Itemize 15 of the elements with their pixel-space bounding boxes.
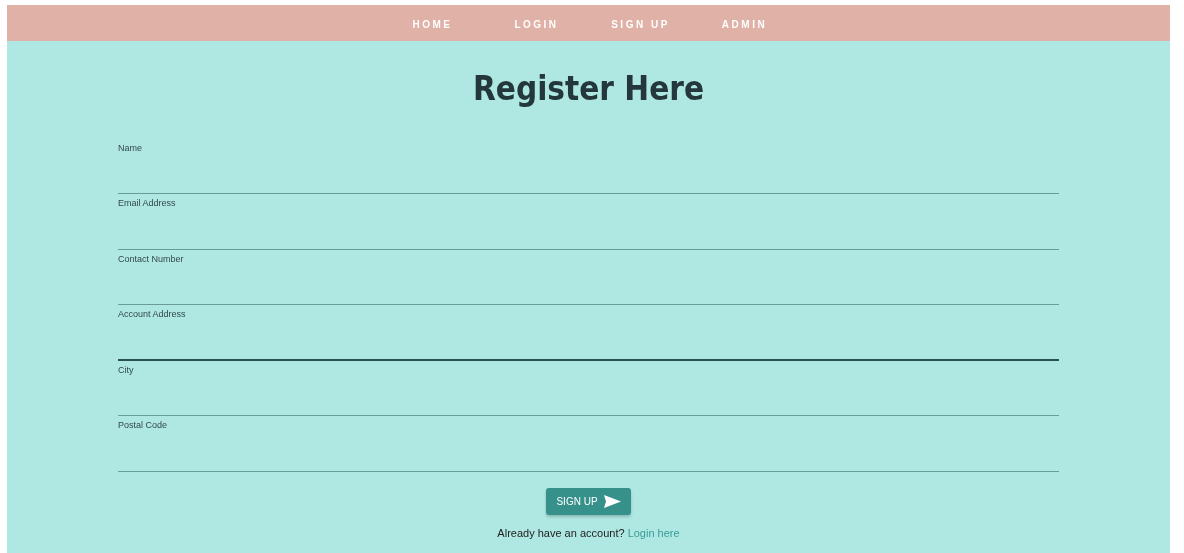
field-label: Postal Code: [118, 419, 169, 433]
field-label: Name: [118, 141, 143, 155]
login-link[interactable]: Login here: [627, 526, 680, 539]
field-label: Email Address: [118, 197, 177, 211]
sign-up-button[interactable]: SIGN UP: [546, 487, 631, 515]
field-label: Contact Number: [118, 252, 185, 266]
field-label: Account Address: [118, 308, 187, 322]
send-icon: [603, 494, 621, 508]
nav-link[interactable]: ADMIN: [692, 5, 797, 41]
nav-link[interactable]: HOME: [380, 5, 485, 41]
nav-link[interactable]: SIGN UP: [588, 5, 693, 41]
field-label: City: [118, 363, 135, 377]
login-prompt: Already have an account? Login here: [496, 525, 681, 541]
page-title: Register Here: [471, 69, 706, 109]
nav-link[interactable]: LOGIN: [484, 5, 589, 41]
